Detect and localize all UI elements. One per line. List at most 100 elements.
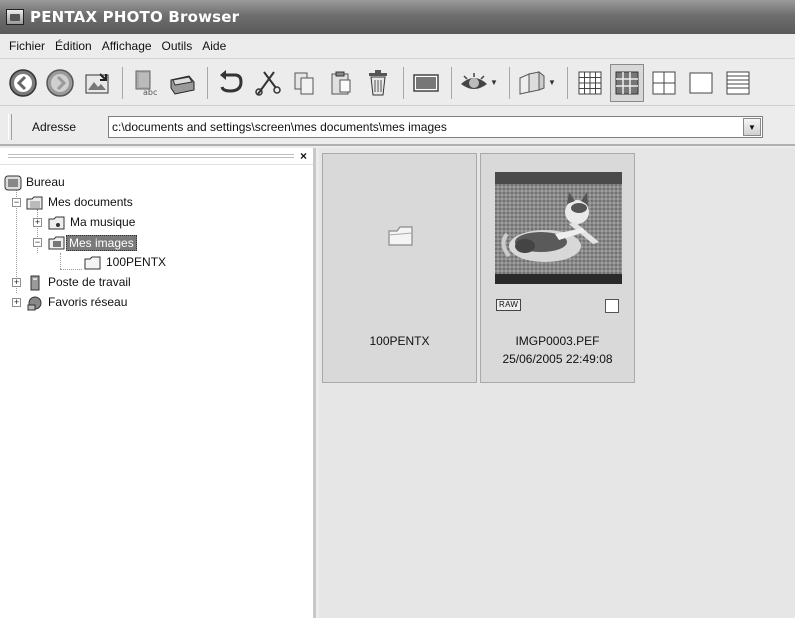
cut-button[interactable] xyxy=(250,64,284,102)
tree-item-mes-documents[interactable]: − Mes documents xyxy=(0,193,313,213)
thumbnail-folder-100pentx[interactable]: 100PENTX xyxy=(322,153,477,383)
rotate-button[interactable] xyxy=(213,64,247,102)
rotate-icon xyxy=(220,69,243,93)
forward-button[interactable] xyxy=(43,64,77,102)
single-view-icon xyxy=(689,72,713,93)
tree-label-poste-de-travail: Poste de travail xyxy=(48,275,131,289)
menu-affichage[interactable]: Affichage xyxy=(97,39,157,53)
chevron-down-icon: ▼ xyxy=(748,122,756,132)
title-bar: PENTAX PHOTO Browser xyxy=(0,0,795,34)
toolbar-separator xyxy=(122,66,123,99)
toolbar-separator xyxy=(207,66,208,99)
toolbar-separator xyxy=(567,66,568,99)
paste-button[interactable] xyxy=(324,64,358,102)
thumbs-medium-button[interactable] xyxy=(610,63,644,102)
svg-text:abc: abc xyxy=(143,88,157,97)
address-bar-grip[interactable] xyxy=(8,114,12,140)
pictures-folder-icon xyxy=(48,236,65,250)
address-input[interactable]: c:\documents and settings\screen\mes doc… xyxy=(108,116,763,138)
expand-toggle[interactable]: + xyxy=(12,298,21,307)
expand-toggle[interactable]: + xyxy=(12,278,21,287)
menu-fichier[interactable]: Fichier xyxy=(4,39,50,53)
photo-preview xyxy=(495,172,622,284)
view-dropdown-arrow[interactable]: ▼ xyxy=(490,78,500,87)
thumbs-small-icon xyxy=(578,71,602,94)
tree-label-favoris-reseau: Favoris réseau xyxy=(48,295,128,309)
music-folder-icon xyxy=(48,216,65,230)
tree-label-mes-images: Mes images xyxy=(66,235,137,251)
compare-button[interactable] xyxy=(515,64,549,102)
compare-icon xyxy=(519,70,545,95)
tree-label-100pentx: 100PENTX xyxy=(106,255,167,269)
thumbnail-image-imgp0003[interactable]: RAW IMGP0003.PEF 25/06/2005 22:49:08 xyxy=(480,153,635,383)
folder-tree: Bureau − Mes documents + Ma musique − Me… xyxy=(0,165,313,313)
close-icon[interactable]: × xyxy=(300,149,307,163)
back-icon xyxy=(9,68,37,97)
raw-badge: RAW xyxy=(496,299,522,311)
folder-icon xyxy=(388,226,413,246)
details-button[interactable] xyxy=(721,64,755,102)
details-icon xyxy=(726,71,750,94)
folder-icon xyxy=(26,196,43,210)
paste-icon xyxy=(331,71,351,94)
thumbnail-panel: 100PENTX RAW IMGP0003.PEF 25/06/2005 22:… xyxy=(319,148,795,618)
panel-header: × xyxy=(0,148,313,165)
menu-outils[interactable]: Outils xyxy=(157,39,198,53)
tree-label-ma-musique: Ma musique xyxy=(70,215,136,229)
tree-label-bureau: Bureau xyxy=(26,175,65,189)
network-icon xyxy=(27,296,42,311)
toolbar-separator xyxy=(451,66,452,99)
thumbs-small-button[interactable] xyxy=(573,64,607,102)
select-checkbox[interactable] xyxy=(605,299,619,313)
desktop-icon xyxy=(4,175,22,191)
address-dropdown-button[interactable]: ▼ xyxy=(743,118,761,136)
delete-icon xyxy=(369,69,387,95)
app-icon xyxy=(6,9,24,25)
view-button[interactable] xyxy=(457,64,491,102)
tree-item-bureau[interactable]: Bureau xyxy=(0,173,313,193)
toolbar-separator xyxy=(509,66,510,99)
thumbs-large-button[interactable] xyxy=(647,64,681,102)
tree-label-mes-documents: Mes documents xyxy=(48,195,133,209)
slideshow-button[interactable] xyxy=(409,64,443,102)
cut-icon xyxy=(255,70,281,96)
address-value: c:\documents and settings\screen\mes doc… xyxy=(112,120,447,134)
single-view-button[interactable] xyxy=(684,64,718,102)
tree-item-mes-images[interactable]: − Mes images xyxy=(0,233,313,253)
toolbar-separator xyxy=(403,66,404,99)
delete-button[interactable] xyxy=(361,64,395,102)
up-folder-button[interactable] xyxy=(80,64,114,102)
rename-button[interactable]: abc xyxy=(128,64,162,102)
copy-button[interactable] xyxy=(287,64,321,102)
tree-item-100pentx[interactable]: 100PENTX xyxy=(0,253,313,273)
cat-photo-image xyxy=(495,184,622,274)
expand-toggle[interactable]: + xyxy=(33,218,42,227)
thumbnail-name: IMGP0003.PEF xyxy=(515,334,600,348)
print-icon xyxy=(170,74,195,95)
collapse-toggle[interactable]: − xyxy=(33,238,42,247)
up-folder-icon xyxy=(85,72,109,93)
tree-item-poste-de-travail[interactable]: + Poste de travail xyxy=(0,273,313,293)
slideshow-icon xyxy=(413,73,439,92)
tree-item-ma-musique[interactable]: + Ma musique xyxy=(0,213,313,233)
forward-icon xyxy=(46,68,74,97)
print-button[interactable] xyxy=(165,64,199,102)
copy-icon xyxy=(294,72,314,94)
panel-grip[interactable] xyxy=(8,154,294,158)
compare-dropdown-arrow[interactable]: ▼ xyxy=(548,78,558,87)
folder-icon xyxy=(84,256,101,270)
menu-bar: Fichier Édition Affichage Outils Aide xyxy=(0,34,795,59)
view-icon xyxy=(461,72,487,89)
thumbs-medium-icon xyxy=(615,71,639,94)
menu-edition[interactable]: Édition xyxy=(50,39,97,53)
back-button[interactable] xyxy=(6,64,40,102)
computer-icon xyxy=(30,275,40,291)
tree-item-favoris-reseau[interactable]: + Favoris réseau xyxy=(0,293,313,313)
thumbnail-date: 25/06/2005 22:49:08 xyxy=(502,352,613,366)
folder-tree-panel: × Bureau − Mes documents + Ma musique − … xyxy=(0,148,316,618)
rename-icon: abc xyxy=(135,70,157,97)
menu-aide[interactable]: Aide xyxy=(197,39,231,53)
address-bar: Adresse c:\documents and settings\screen… xyxy=(0,110,795,146)
collapse-toggle[interactable]: − xyxy=(12,198,21,207)
address-label: Adresse xyxy=(32,120,77,134)
